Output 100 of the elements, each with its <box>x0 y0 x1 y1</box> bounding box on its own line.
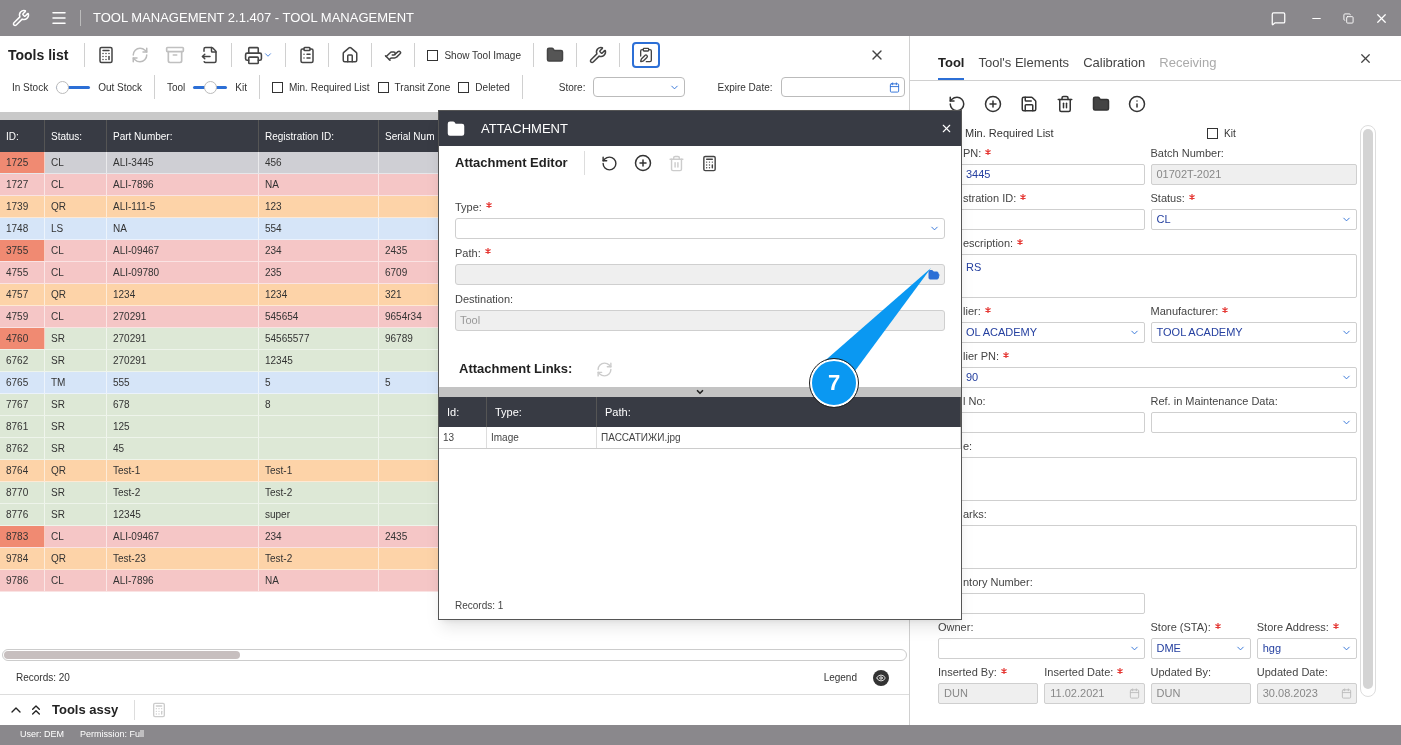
table-cell: 45 <box>107 438 259 459</box>
field-label: escription: <box>963 236 1014 252</box>
table-cell: CL <box>45 262 107 283</box>
table-cell: ALI-09467 <box>107 240 259 261</box>
field-label: lier PN: <box>963 349 1000 365</box>
checkbox-label: Transit Zone <box>394 80 451 95</box>
field-label: Batch Number: <box>1150 146 1224 162</box>
table-cell: SR <box>45 394 107 415</box>
field-value: RS <box>966 259 982 275</box>
table-cell: 8770 <box>0 482 45 503</box>
field-value: OL ACADEMY <box>966 324 1038 340</box>
table-cell: 8761 <box>0 416 45 437</box>
checkbox-label: Show Tool Image <box>444 48 521 63</box>
field-label: Destination: <box>455 291 514 307</box>
table-cell: ПАССАТИЖИ.jpg <box>597 427 961 448</box>
field-value: 90 <box>966 369 979 385</box>
table-cell: SR <box>45 416 107 437</box>
toggle-label: Kit <box>235 80 248 95</box>
table-cell: Test-2 <box>107 482 259 503</box>
field-label: Owner: <box>938 620 974 636</box>
callout-number: 7 <box>826 370 842 396</box>
table-cell: 6762 <box>0 350 45 371</box>
table-cell: ALI-7896 <box>107 174 259 195</box>
field-label: arks: <box>963 507 987 523</box>
field-label: Inserted By: <box>938 665 997 681</box>
field-label: Store (STA): <box>1150 620 1211 636</box>
table-cell: SR <box>45 438 107 459</box>
field-label: Inserted Date: <box>1044 665 1114 681</box>
field-label: lier: <box>963 304 981 320</box>
table-cell: ALI-111-5 <box>107 196 259 217</box>
checkbox-label: Deleted <box>475 80 510 95</box>
table-cell: SR <box>45 350 107 371</box>
table-cell: super <box>259 504 379 525</box>
legend-label: Legend <box>823 671 857 685</box>
table-cell: 8 <box>259 394 379 415</box>
status-text: Permission: Full <box>80 728 145 742</box>
table-cell: 5 <box>259 372 379 393</box>
table-cell: 9784 <box>0 548 45 569</box>
field-value: 01702T-2021 <box>1156 166 1222 182</box>
table-cell: CL <box>45 174 107 195</box>
checkbox-label: Kit <box>1224 126 1236 141</box>
toggle-label: In Stock <box>12 80 49 95</box>
table-cell: 1739 <box>0 196 45 217</box>
field-label: Store Address: <box>1256 620 1329 636</box>
status-text: User: DEM <box>20 728 64 742</box>
field-value: 3445 <box>966 166 991 182</box>
table-cell: 235 <box>259 262 379 283</box>
field-label: Updated By: <box>1150 665 1212 681</box>
alert-cell: 1725 <box>0 152 45 173</box>
table-cell: 545654 <box>259 306 379 327</box>
table-cell: CL <box>45 570 107 591</box>
table-cell: LS <box>45 218 107 239</box>
field-label: PN: <box>963 146 982 162</box>
table-cell: 4755 <box>0 262 45 283</box>
section-title: Attachment Links: <box>459 360 573 379</box>
checkbox-label: Min. Required List <box>289 80 370 95</box>
editor-title: Attachment Editor <box>455 154 568 173</box>
table-cell: CL <box>45 240 107 261</box>
field-label: Manufacturer: <box>1150 304 1219 320</box>
table-cell: CL <box>45 526 107 547</box>
table-cell: Test-2 <box>259 548 379 569</box>
field-value: DUN <box>944 685 968 701</box>
table-cell: 234 <box>259 240 379 261</box>
alert-cell: 3755 <box>0 240 45 261</box>
field-value: TOOL ACADEMY <box>1156 324 1243 340</box>
field-label: Ref. in Maintenance Data: <box>1150 394 1278 410</box>
table-cell: 8776 <box>0 504 45 525</box>
table-cell: 678 <box>107 394 259 415</box>
field-value: hgg <box>1262 640 1282 656</box>
field-value: Tool <box>460 313 481 329</box>
window-title: TOOL MANAGEMENT 2.1.407 - TOOL MANAGEMENT <box>93 9 414 28</box>
table-cell: Test-23 <box>107 548 259 569</box>
field-value: 30.08.2023 <box>1262 685 1318 701</box>
table-cell: 13 <box>439 427 487 448</box>
table-cell: 4759 <box>0 306 45 327</box>
table-cell: SR <box>45 328 107 349</box>
store-label: Store: <box>558 80 586 95</box>
table-cell: Test-1 <box>107 460 259 481</box>
table-cell: 270291 <box>107 328 259 349</box>
table-cell: 12345 <box>107 504 259 525</box>
table-cell: 1234 <box>107 284 259 305</box>
table-cell: QR <box>45 460 107 481</box>
table-cell: 125 <box>107 416 259 437</box>
table-cell: 54565577 <box>259 328 379 349</box>
records-count: Records: 1 <box>454 599 505 613</box>
table-cell: 270291 <box>107 350 259 371</box>
table-cell: 270291 <box>107 306 259 327</box>
table-cell: ALI-7896 <box>107 570 259 591</box>
table-cell: Image <box>487 427 597 448</box>
table-cell: 555 <box>107 372 259 393</box>
table-cell: QR <box>45 196 107 217</box>
checkbox-label: Min. Required List <box>965 126 1054 141</box>
table-cell: QR <box>45 548 107 569</box>
table-cell: 12345 <box>259 350 379 371</box>
toggle-label: Tool <box>167 80 186 95</box>
field-label: ntory Number: <box>963 575 1033 591</box>
table-cell: CL <box>45 306 107 327</box>
toggle-label: Out Stock <box>98 80 143 95</box>
dialog-title: ATTACHMENT <box>481 119 568 138</box>
field-label: Type: <box>455 199 482 215</box>
